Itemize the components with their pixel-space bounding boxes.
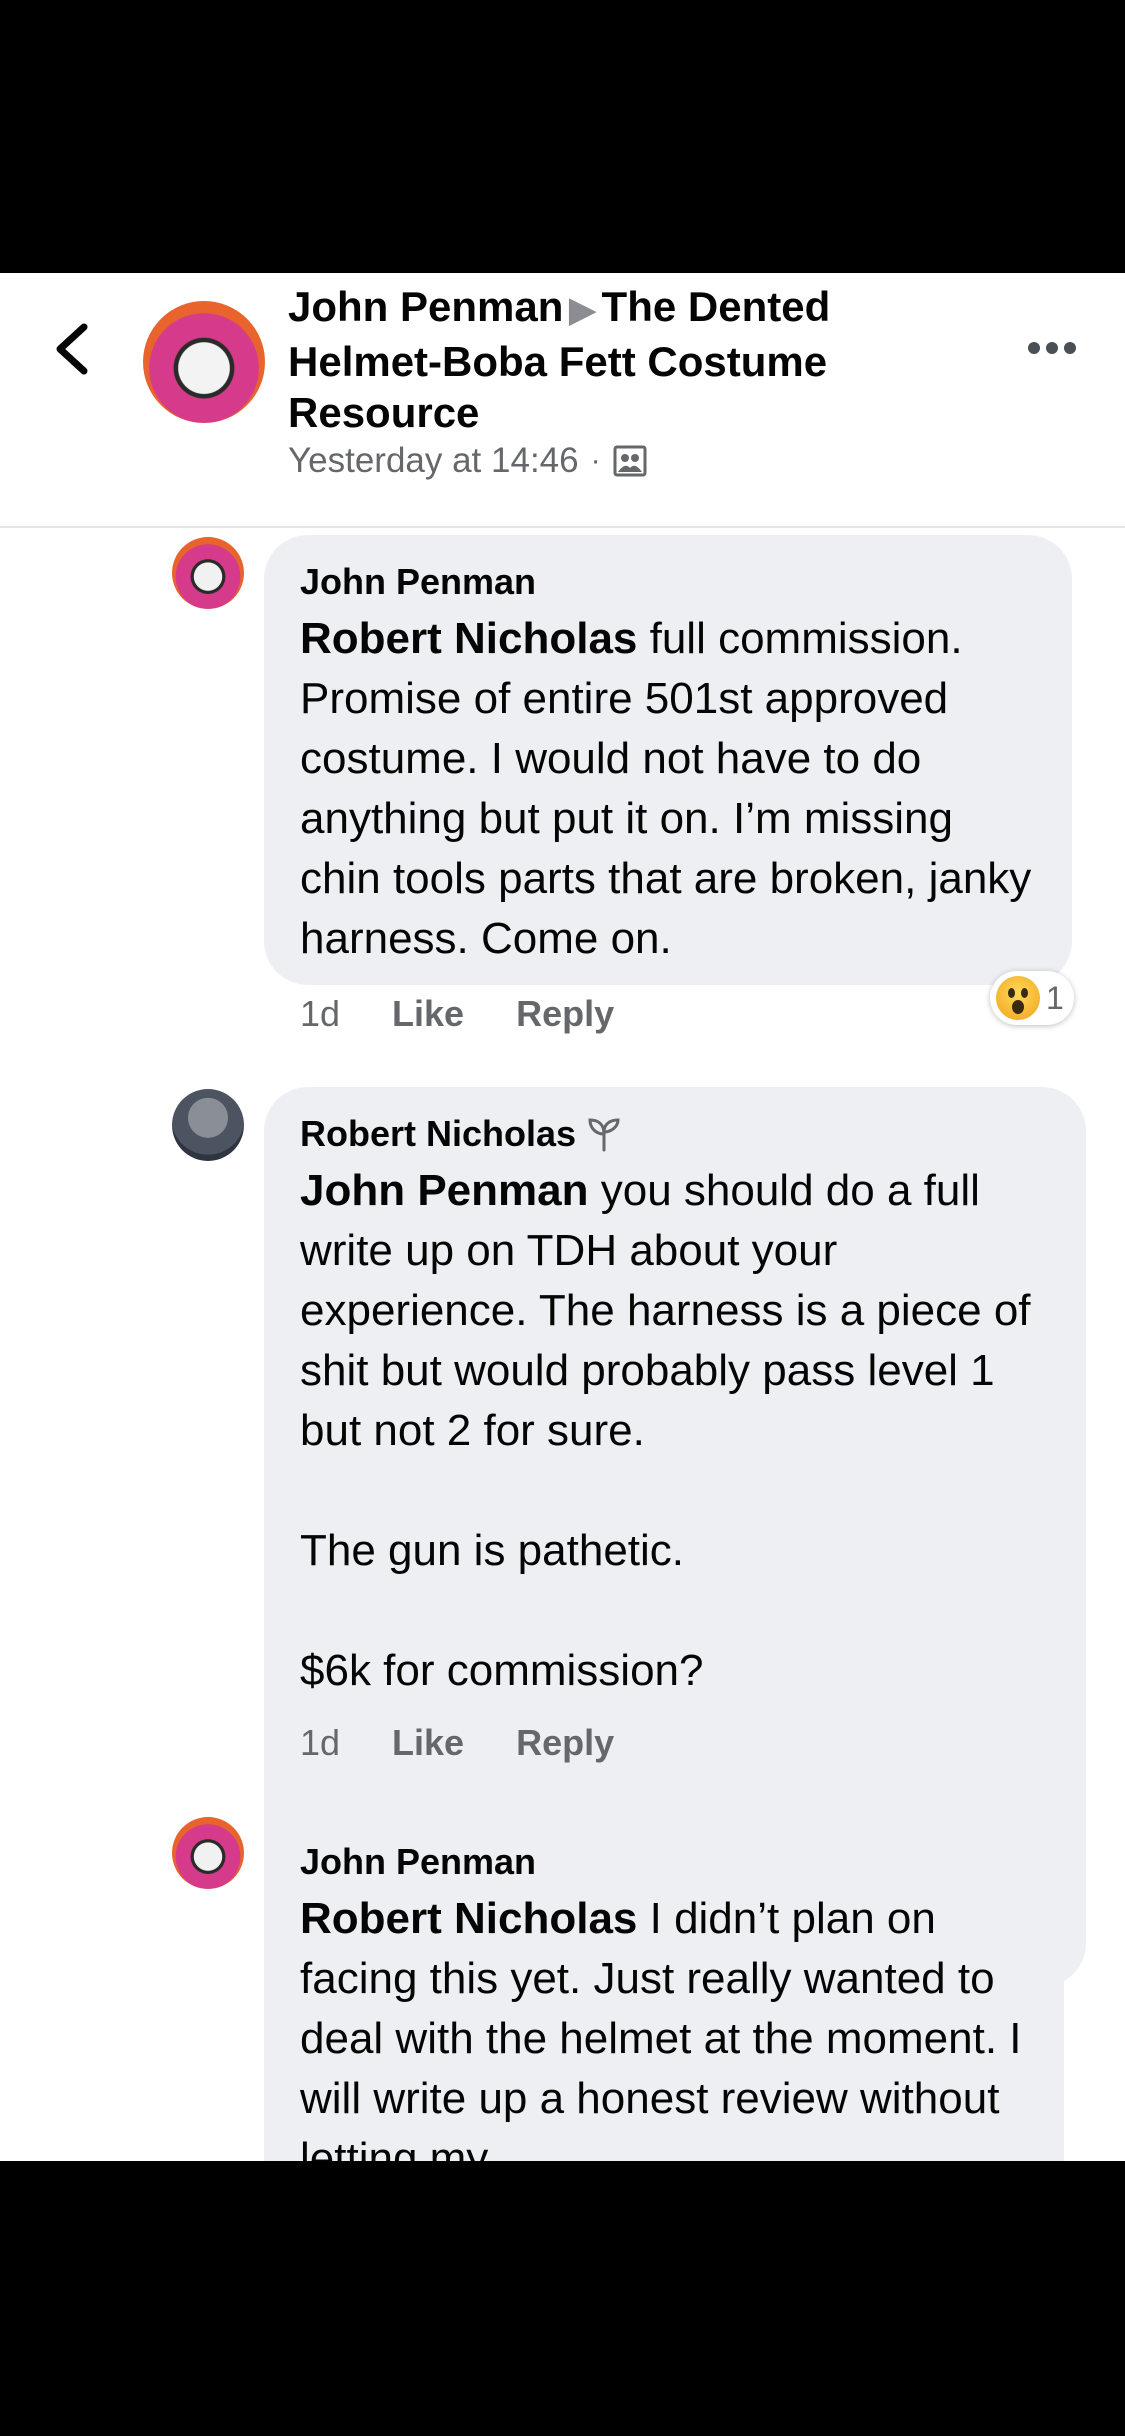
like-button[interactable]: Like bbox=[392, 1722, 464, 1764]
post-title[interactable]: John Penman ▶ The Dented Helmet-Boba Fett … bbox=[288, 281, 928, 438]
post-timestamp[interactable]: Yesterday at 14:46 bbox=[288, 441, 579, 481]
comment-author[interactable]: John Penman bbox=[300, 561, 1036, 603]
reply-button[interactable]: Reply bbox=[516, 993, 614, 1035]
comment-bubble: John Penman Robert Nicholas I didn’t pla… bbox=[264, 1815, 1064, 2161]
comment-time: 1d bbox=[300, 993, 341, 1034]
comment-time: 1d bbox=[300, 1722, 341, 1763]
post-header: John Penman ▶ The Dented Helmet-Boba Fett … bbox=[0, 273, 1125, 528]
reaction-count: 1 bbox=[1046, 979, 1064, 1016]
comment-text: John Penman you should do a full write u… bbox=[300, 1161, 1050, 1701]
comment-text: Robert Nicholas full commission. Promise… bbox=[300, 609, 1036, 969]
like-button[interactable]: Like bbox=[392, 993, 464, 1035]
post-meta: Yesterday at 14:46 · bbox=[288, 441, 647, 481]
post-author-name[interactable]: John Penman bbox=[288, 283, 563, 330]
comment-author-row: Robert Nicholas bbox=[300, 1113, 1050, 1155]
comment-body-text: full commission. Promise of entire 501st… bbox=[300, 614, 1032, 963]
comment-avatar[interactable] bbox=[172, 537, 244, 609]
author-avatar[interactable] bbox=[143, 301, 265, 423]
comment-body-text: you should do a full write up on TDH abo… bbox=[300, 1166, 1031, 1695]
chevron-left-icon[interactable] bbox=[50, 321, 94, 377]
comment-actions: 1d Like Reply bbox=[300, 1722, 614, 1764]
comment-mention[interactable]: Robert Nicholas bbox=[300, 614, 637, 663]
comment-author[interactable]: Robert Nicholas bbox=[300, 1113, 576, 1155]
post-comments-screen: John Penman ▶ The Dented Helmet-Boba Fett … bbox=[0, 273, 1125, 2161]
comment-author[interactable]: John Penman bbox=[300, 1841, 1028, 1883]
comment-actions: 1d Like Reply bbox=[300, 993, 614, 1035]
meta-separator: · bbox=[590, 444, 601, 477]
comment-mention[interactable]: Robert Nicholas bbox=[300, 1894, 637, 1943]
comment-bubble: John Penman Robert Nicholas full commiss… bbox=[264, 535, 1072, 985]
new-member-sprout-icon bbox=[588, 1118, 620, 1152]
comment-avatar[interactable] bbox=[172, 1089, 244, 1161]
wow-reaction-icon bbox=[996, 976, 1040, 1020]
more-options-icon[interactable] bbox=[1026, 338, 1078, 358]
group-privacy-icon bbox=[613, 445, 647, 477]
share-arrow-icon: ▶ bbox=[569, 291, 596, 329]
comment-text: Robert Nicholas I didn’t plan on facing … bbox=[300, 1889, 1028, 2161]
comment-mention[interactable]: John Penman bbox=[300, 1166, 589, 1215]
comment-avatar[interactable] bbox=[172, 1817, 244, 1889]
reply-button[interactable]: Reply bbox=[516, 1722, 614, 1764]
reaction-summary[interactable]: 1 bbox=[990, 971, 1074, 1025]
